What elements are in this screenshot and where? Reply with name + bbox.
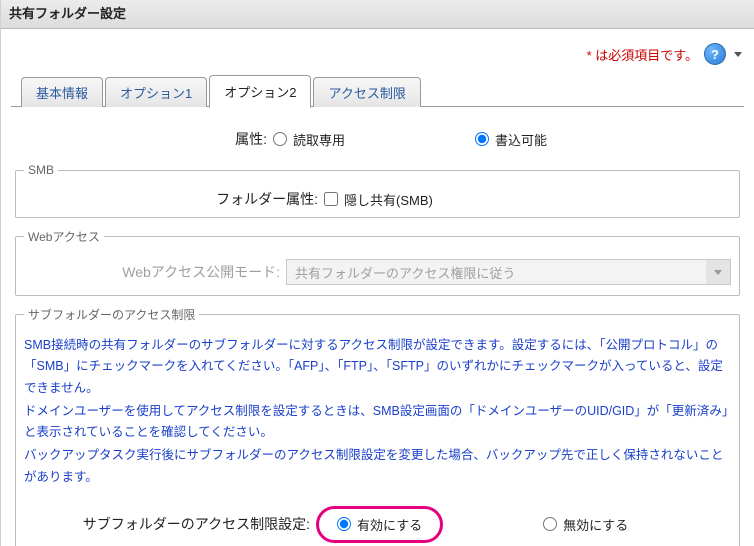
- subfolder-disable-radio[interactable]: [543, 517, 557, 531]
- subfolder-enable-highlight: 有効にする: [316, 506, 443, 543]
- tab-strip: 基本情報 オプション1 オプション2 アクセス制限: [11, 75, 744, 107]
- smb-hidden-share-checkbox[interactable]: [324, 192, 338, 206]
- tab-option2[interactable]: オプション2: [209, 75, 311, 108]
- subfolder-setting-label: サブフォルダーのアクセス制限設定:: [24, 514, 316, 534]
- subfolder-note-2: ドメインユーザーを使用してアクセス制限を設定するときは、SMB設定画面の「ドメイ…: [24, 401, 731, 444]
- subfolder-note-1: SMB接続時の共有フォルダーのサブフォルダーに対するアクセス制限が設定できます。…: [24, 335, 731, 399]
- help-dropdown-caret-icon[interactable]: [734, 52, 742, 57]
- attribute-label: 属性:: [13, 129, 273, 149]
- panel-option2: 属性: 読取専用 書込可能 SMB フォルダー属性:: [11, 107, 744, 546]
- attribute-writable-option[interactable]: 書込可能: [475, 130, 547, 149]
- attribute-writable-radio[interactable]: [475, 132, 489, 146]
- smb-fieldset: SMB フォルダー属性: 隠し共有(SMB): [15, 163, 740, 218]
- header-row: * は必須項目です。 ?: [11, 37, 744, 75]
- smb-folder-attr-label: フォルダー属性:: [24, 189, 324, 209]
- smb-hidden-share-label: 隠し共有(SMB): [344, 190, 433, 209]
- subfolder-enable-label: 有効にする: [357, 515, 422, 534]
- content-area: * は必須項目です。 ? 基本情報 オプション1 オプション2 アクセス制限 属…: [1, 29, 754, 546]
- subfolder-enable-radio[interactable]: [337, 517, 351, 531]
- help-icon[interactable]: ?: [704, 43, 726, 65]
- subfolder-disable-label: 無効にする: [563, 515, 628, 534]
- window-title: 共有フォルダー設定: [1, 0, 754, 29]
- tab-option1[interactable]: オプション1: [105, 77, 207, 107]
- attribute-options: 読取専用 書込可能: [273, 130, 742, 149]
- subfolder-disable-option[interactable]: 無効にする: [543, 515, 628, 534]
- required-note: * は必須項目です。: [587, 45, 698, 64]
- window: 共有フォルダー設定 * は必須項目です。 ? 基本情報 オプション1 オプション…: [0, 0, 754, 546]
- tab-access-control[interactable]: アクセス制限: [313, 77, 420, 107]
- web-mode-value: 共有フォルダーのアクセス権限に従う: [295, 263, 515, 282]
- attribute-readonly-option[interactable]: 読取専用: [273, 130, 345, 149]
- attribute-readonly-radio[interactable]: [273, 132, 287, 146]
- subfolder-note-3: バックアップタスク実行後にサブフォルダーのアクセス制限設定を変更した場合、バック…: [24, 445, 731, 488]
- web-mode-label: Webアクセス公開モード:: [24, 262, 286, 282]
- tab-basic-info[interactable]: 基本情報: [21, 77, 103, 107]
- web-access-legend: Webアクセス: [24, 228, 104, 245]
- attribute-writable-label: 書込可能: [495, 130, 547, 149]
- subfolder-legend: サブフォルダーのアクセス制限: [24, 306, 199, 323]
- attribute-row: 属性: 読取専用 書込可能: [13, 129, 742, 149]
- smb-hidden-share-option[interactable]: 隠し共有(SMB): [324, 190, 433, 209]
- smb-folder-attr-field: 隠し共有(SMB): [324, 190, 731, 209]
- attribute-readonly-label: 読取専用: [293, 130, 345, 149]
- chevron-down-icon: [706, 260, 730, 284]
- web-access-fieldset: Webアクセス Webアクセス公開モード: 共有フォルダーのアクセス権限に従う: [15, 228, 740, 296]
- subfolder-fieldset: サブフォルダーのアクセス制限 SMB接続時の共有フォルダーのサブフォルダーに対す…: [15, 306, 740, 546]
- subfolder-enable-option[interactable]: 有効にする: [337, 515, 422, 534]
- smb-legend: SMB: [24, 163, 58, 177]
- web-mode-select: 共有フォルダーのアクセス権限に従う: [286, 259, 731, 285]
